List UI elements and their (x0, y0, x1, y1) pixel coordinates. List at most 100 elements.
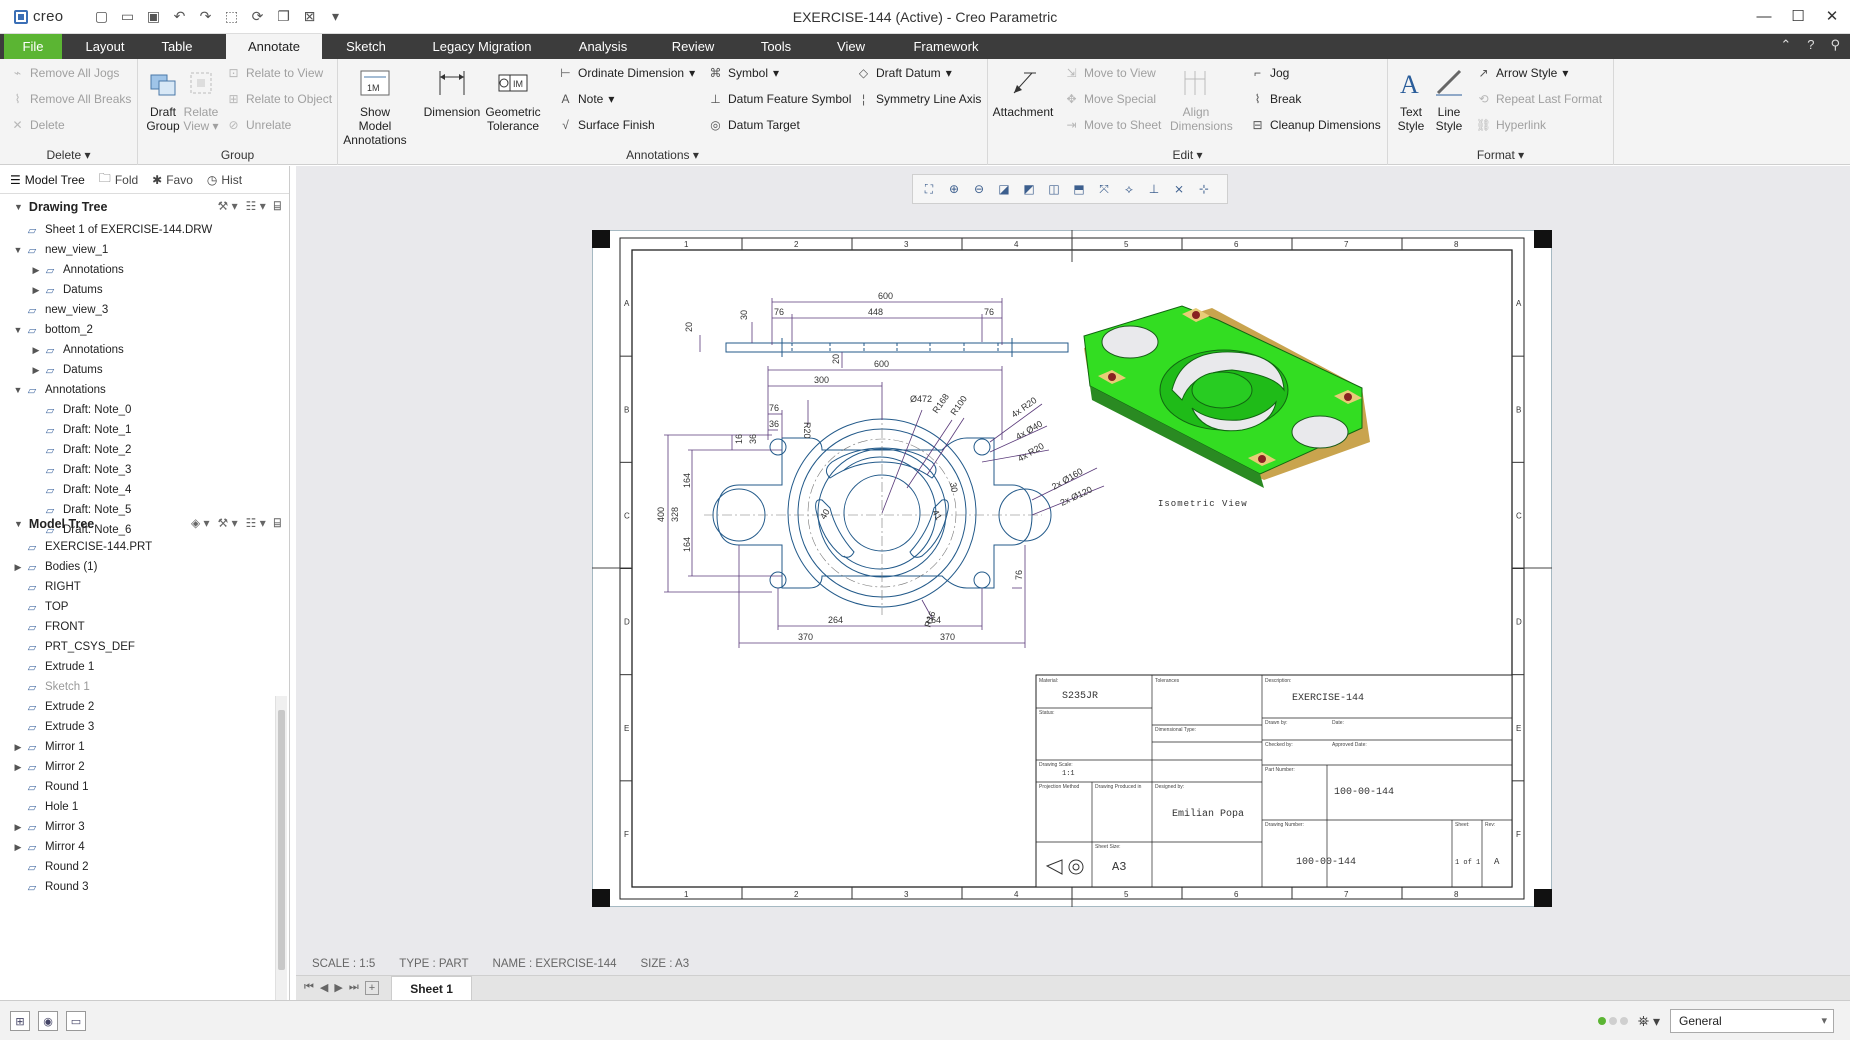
drawing-tree-row[interactable]: ▶ ▱ Annotations (0, 340, 289, 360)
expand-icon[interactable]: ▶ (30, 365, 42, 376)
tab-legacy-migration[interactable]: Legacy Migration (420, 34, 544, 59)
drawing-tree-row[interactable]: ▶ ▱ Datums (0, 360, 289, 380)
drawing-tree-row[interactable]: ▼ ▱ bottom_2 (0, 320, 289, 340)
drawing-tree-row[interactable]: ▱ Draft: Note_3 (0, 460, 289, 480)
drawing-tree-row[interactable]: ▶ ▱ Datums (0, 280, 289, 300)
expand-icon[interactable]: ▶ (30, 265, 42, 276)
model-tree-row[interactable]: ▱ TOP (0, 597, 289, 617)
tab-file[interactable]: File (4, 34, 62, 59)
tab-analysis[interactable]: Analysis (568, 34, 638, 59)
drawing-tree-row[interactable]: ▱ Draft: Note_2 (0, 440, 289, 460)
tab-layout[interactable]: Layout (72, 34, 138, 59)
undo-icon[interactable]: ↶ (170, 7, 189, 26)
model-tree-scrollbar[interactable] (275, 696, 287, 1000)
model-tree-row[interactable]: ▱ Round 3 (0, 877, 289, 897)
model-tree-row[interactable]: ▱ Extrude 3 (0, 717, 289, 737)
annotation-display-icon[interactable]: ⨯ (1169, 179, 1189, 199)
find-icon[interactable]: ⛯ ▾ (1638, 1013, 1660, 1030)
zoom-in-icon[interactable]: ⊕ (944, 179, 964, 199)
expand-icon[interactable]: ▶ (12, 822, 24, 833)
tab-model-tree[interactable]: ☰ Model Tree (10, 173, 85, 187)
group-label-delete[interactable]: Delete ▾ (0, 148, 137, 162)
redo-icon[interactable]: ↷ (196, 7, 215, 26)
tab-tools[interactable]: Tools (748, 34, 804, 59)
ribbon-options-icon[interactable]: ⚲ (1830, 37, 1840, 53)
named-views-icon[interactable]: ◫ (1044, 179, 1064, 199)
sheet-tab-1[interactable]: Sheet 1 (391, 976, 472, 1000)
save-icon[interactable]: ▣ (144, 7, 163, 26)
help-search-icon[interactable]: ? (1807, 37, 1814, 53)
display-style-icon[interactable]: ◩ (1019, 179, 1039, 199)
model-tree-row[interactable]: ▱ Sketch 1 (0, 677, 289, 697)
model-tree-row[interactable]: ▱ FRONT (0, 617, 289, 637)
tab-folder-browser[interactable]: 🗀 Fold (99, 169, 138, 190)
drawing-tree-row[interactable]: ▶ ▱ Annotations (0, 260, 289, 280)
next-sheet-icon[interactable]: ▶ (334, 981, 342, 995)
model-tree-header[interactable]: ▼ Model Tree ◈ ▾ ⚒ ▾ ☷ ▾ ⌸ (0, 511, 289, 537)
show-icon[interactable]: ◈ ▾ (191, 516, 210, 531)
move-to-view-button[interactable]: ⇲ Move to View (1064, 65, 1155, 80)
drawing-tree-row[interactable]: ▱ Draft: Note_1 (0, 420, 289, 440)
group-label-annotations[interactable]: Annotations ▾ (338, 148, 987, 162)
drawing-tree-row[interactable]: ▼ ▱ Annotations (0, 380, 289, 400)
drawing-tree-row[interactable]: ▱ Sheet 1 of EXERCISE-144.DRW (0, 220, 289, 240)
model-tree-row[interactable]: ▶ ▱ Mirror 2 (0, 757, 289, 777)
expand-icon[interactable]: ▼ (12, 325, 24, 335)
prev-sheet-icon[interactable]: ◀ (320, 981, 328, 995)
point-display-icon[interactable]: ⟡ (1119, 179, 1139, 199)
drawing-tree-row[interactable]: ▱ new_view_3 (0, 300, 289, 320)
relate-to-view-button[interactable]: ⊡ Relate to View (226, 65, 323, 80)
tab-favorites[interactable]: ✱ Favo (152, 173, 193, 187)
scrollbar-thumb[interactable] (278, 710, 285, 970)
drawing-tree-row[interactable]: ▱ Draft: Note_0 (0, 400, 289, 420)
model-tree-row[interactable]: ▶ ▱ Mirror 3 (0, 817, 289, 837)
model-tree-row[interactable]: ▱ Extrude 1 (0, 657, 289, 677)
ordinate-dimension-button[interactable]: ⊢ Ordinate Dimension ▾ (558, 65, 695, 80)
drawing-sheet[interactable]: 1122334455667788A AB BC CD DE EF F 600 4… (592, 230, 1552, 907)
group-label-format[interactable]: Format ▾ (1388, 148, 1613, 162)
first-sheet-icon[interactable]: ⏮ (304, 981, 314, 995)
break-button[interactable]: ⌇ Break (1250, 91, 1302, 106)
model-tree-row[interactable]: ▱ Round 1 (0, 777, 289, 797)
cleanup-dimensions-button[interactable]: ⊟ Cleanup Dimensions (1250, 117, 1380, 132)
tree-settings-icon[interactable]: ⚒ ▾ (218, 516, 238, 531)
tree-columns-icon[interactable]: ☷ ▾ (246, 516, 266, 531)
tab-table[interactable]: Table (146, 34, 208, 59)
drawing-tree-row[interactable]: ▱ Draft: Note_4 (0, 480, 289, 500)
model-tree-row[interactable]: ▱ Round 2 (0, 857, 289, 877)
surface-finish-button[interactable]: √ Surface Finish (558, 117, 655, 132)
dimension-button[interactable]: Dimension (422, 65, 482, 119)
customize-icon[interactable]: ▾ (326, 7, 345, 26)
align-dimensions-button[interactable]: Align Dimensions (1170, 65, 1233, 133)
selection-filter-select[interactable]: General (1670, 1009, 1834, 1033)
expand-icon[interactable]: ▼ (12, 245, 24, 255)
model-tree-row[interactable]: ▱ Extrude 2 (0, 697, 289, 717)
expand-icon[interactable]: ▶ (12, 762, 24, 773)
windows-icon[interactable]: ❐ (274, 7, 293, 26)
drawing-tree-header[interactable]: ▼ Drawing Tree ⚒ ▾ ☷ ▾ ⌸ (0, 194, 289, 220)
tree-filter-icon[interactable]: ⌸ (274, 199, 281, 214)
draft-group-button[interactable]: Draft Group (142, 65, 184, 133)
move-to-sheet-button[interactable]: ⇥ Move to Sheet (1064, 117, 1161, 132)
csys-display-icon[interactable]: ⊥ (1144, 179, 1164, 199)
zoom-out-icon[interactable]: ⊖ (969, 179, 989, 199)
datum-display-icon[interactable]: ⬒ (1069, 179, 1089, 199)
expand-icon[interactable]: ▶ (12, 842, 24, 853)
refit-icon[interactable]: ⛶ (919, 179, 939, 199)
datum-target-button[interactable]: ◎ Datum Target (708, 117, 800, 132)
grid-toggle-icon[interactable]: ⊞ (10, 1011, 30, 1031)
repaint-icon[interactable]: ◪ (994, 179, 1014, 199)
browser-toggle-icon[interactable]: ◉ (38, 1011, 58, 1031)
model-tree-row[interactable]: ▶ ▱ Bodies (1) (0, 557, 289, 577)
new-icon[interactable]: ▢ (92, 7, 111, 26)
expand-icon[interactable]: ▶ (12, 742, 24, 753)
model-tree-row[interactable]: ▱ EXERCISE-144.PRT (0, 537, 289, 557)
tab-sketch[interactable]: Sketch (336, 34, 396, 59)
arrow-style-button[interactable]: ↗ Arrow Style ▾ (1476, 65, 1568, 80)
datum-feature-symbol-button[interactable]: ⊥ Datum Feature Symbol (708, 91, 851, 106)
tree-settings-icon[interactable]: ⚒ ▾ (218, 199, 238, 214)
symbol-button[interactable]: ⌘ Symbol ▾ (708, 65, 780, 80)
tree-columns-icon[interactable]: ☷ ▾ (246, 199, 266, 214)
tab-review[interactable]: Review (660, 34, 726, 59)
select-box-icon[interactable]: ⬚ (222, 7, 241, 26)
